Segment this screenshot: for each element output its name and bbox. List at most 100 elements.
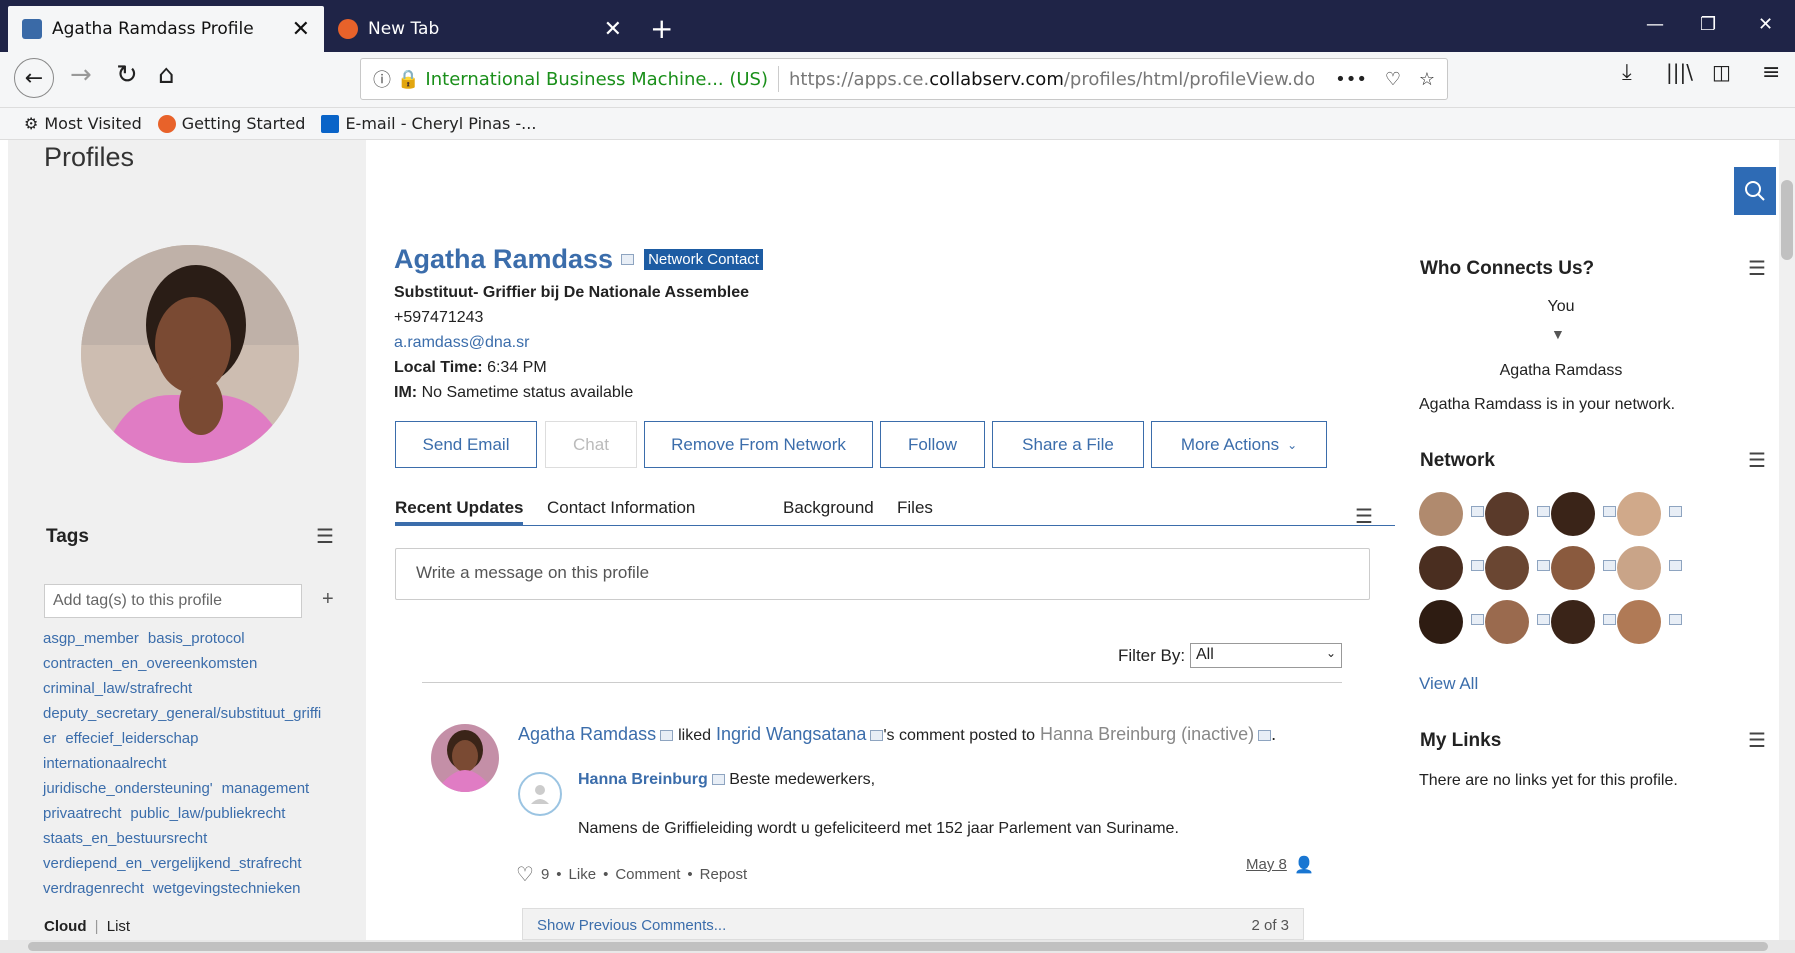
share-file-button[interactable]: Share a File (992, 421, 1144, 468)
remove-from-network-button[interactable]: Remove From Network (644, 421, 873, 468)
tag-link[interactable]: wetgevingstechnieken (153, 880, 301, 897)
home-icon[interactable]: ⌂ (158, 60, 175, 90)
avatar[interactable] (1617, 600, 1661, 644)
add-tag-input[interactable]: Add tag(s) to this profile (44, 584, 302, 618)
comment-link[interactable]: Comment (615, 866, 680, 883)
target-link[interactable]: Ingrid Wangsatana (716, 724, 866, 744)
bookmark-email[interactable]: E-mail - Cheryl Pinas -... (321, 114, 536, 133)
update-date[interactable]: May 8 (1246, 856, 1287, 873)
tabs-menu-icon[interactable]: ☰ (1355, 504, 1373, 529)
tag-link[interactable]: basis_protocol (148, 630, 245, 647)
more-actions-button[interactable]: More Actions ⌄ (1151, 421, 1327, 468)
tag-link[interactable]: staats_en_bestuursrecht (43, 830, 207, 847)
tag-link[interactable]: criminal_law/strafrecht (43, 680, 192, 697)
cloud-view-link[interactable]: Cloud (44, 918, 87, 935)
minimize-icon[interactable]: — (1646, 14, 1664, 35)
tag-link[interactable]: er (43, 730, 56, 747)
forward-icon[interactable]: → (70, 60, 92, 90)
heart-icon[interactable]: ♡ (516, 862, 534, 887)
search-button[interactable] (1734, 167, 1776, 215)
vcard-icon[interactable] (1471, 614, 1484, 625)
vcard-icon[interactable] (711, 774, 725, 786)
browser-tab-new[interactable]: New Tab ✕ (324, 6, 636, 52)
site-identity[interactable]: International Business Machine... (US) (425, 69, 768, 90)
window-close-icon[interactable]: ✕ (1758, 14, 1773, 35)
message-input[interactable]: Write a message on this profile (395, 548, 1370, 600)
avatar[interactable] (1617, 492, 1661, 536)
menu-icon[interactable]: ≡ (1762, 60, 1780, 85)
tab-contact-information[interactable]: Contact Information (547, 498, 695, 518)
vcard-icon[interactable] (1669, 560, 1682, 571)
url-bar[interactable]: ⓘ 🔒 International Business Machine... (U… (360, 58, 1448, 100)
vcard-icon[interactable] (1537, 506, 1550, 517)
avatar[interactable] (1551, 546, 1595, 590)
email-link[interactable]: a.ramdass@dna.sr (394, 334, 529, 352)
avatar[interactable] (431, 724, 499, 792)
vcard-icon[interactable] (1258, 729, 1272, 741)
new-tab-icon[interactable]: + (650, 12, 673, 45)
vcard-icon[interactable] (1471, 560, 1484, 571)
avatar[interactable] (1419, 546, 1463, 590)
vertical-scrollbar[interactable] (1779, 140, 1795, 940)
avatar[interactable] (1419, 600, 1463, 644)
tag-link[interactable]: verdiepend_en_vergelijkend_strafrecht (43, 855, 302, 872)
tag-link[interactable]: effecief_leiderschap (65, 730, 198, 747)
vcard-icon[interactable] (1537, 560, 1550, 571)
vcard-icon[interactable] (660, 729, 674, 741)
vcard-icon[interactable] (1603, 614, 1616, 625)
network-menu-icon[interactable]: ☰ (1748, 448, 1766, 473)
like-link[interactable]: Like (569, 866, 597, 883)
vcard-icon[interactable] (1471, 506, 1484, 517)
tag-link[interactable]: deputy_secretary_general/substituut_grif… (43, 705, 321, 722)
vcard-icon[interactable] (621, 254, 635, 265)
avatar[interactable] (1551, 600, 1595, 644)
chat-button[interactable]: Chat (545, 421, 637, 468)
tab-recent-updates[interactable]: Recent Updates (395, 498, 524, 525)
filter-select[interactable]: All ⌄ (1190, 643, 1342, 668)
show-previous-comments-link[interactable]: Show Previous Comments... (537, 917, 726, 934)
tag-link[interactable]: verdragenrecht (43, 880, 144, 897)
profile-name[interactable]: Agatha Ramdass (394, 244, 613, 275)
page-actions-icon[interactable]: ••• (1335, 69, 1367, 90)
horizontal-scrollbar[interactable] (0, 940, 1795, 953)
vcard-icon[interactable] (1603, 506, 1616, 517)
tag-link[interactable]: privaatrecht (43, 805, 121, 822)
vcard-icon[interactable] (1669, 506, 1682, 517)
avatar[interactable] (1485, 600, 1529, 644)
vcard-icon[interactable] (1603, 560, 1616, 571)
scrollbar-thumb[interactable] (1781, 180, 1793, 260)
reload-icon[interactable]: ↻ (116, 60, 138, 90)
links-menu-icon[interactable]: ☰ (1748, 728, 1766, 753)
place-link[interactable]: Hanna Breinburg (inactive) (1040, 724, 1254, 744)
pocket-icon[interactable]: ♡ (1385, 69, 1401, 90)
bookmark-getting-started[interactable]: Getting Started (157, 114, 305, 133)
who-connects-menu-icon[interactable]: ☰ (1748, 256, 1766, 281)
add-tag-icon[interactable]: + (322, 588, 334, 611)
view-all-link[interactable]: View All (1419, 674, 1478, 694)
repost-link[interactable]: Repost (700, 866, 748, 883)
tag-link[interactable]: juridische_ondersteuning' (43, 780, 213, 797)
scrollbar-thumb[interactable] (28, 942, 1768, 951)
download-icon[interactable]: ⤓ (1622, 60, 1632, 85)
tag-link[interactable]: public_law/publiekrecht (130, 805, 285, 822)
tags-menu-icon[interactable]: ☰ (316, 524, 334, 549)
close-tab-icon[interactable]: ✕ (292, 17, 310, 42)
close-tab-icon[interactable]: ✕ (604, 17, 622, 42)
tab-files[interactable]: Files (897, 498, 933, 518)
actor-link[interactable]: Agatha Ramdass (518, 724, 656, 744)
avatar[interactable] (1485, 546, 1529, 590)
tab-background[interactable]: Background (783, 498, 874, 518)
library-icon[interactable]: |||\ (1666, 60, 1693, 84)
follow-button[interactable]: Follow (880, 421, 985, 468)
restore-icon[interactable]: ❐ (1700, 14, 1716, 35)
tag-link[interactable]: internationaalrecht (43, 755, 166, 772)
vcard-icon[interactable] (1537, 614, 1550, 625)
vcard-icon[interactable] (870, 729, 884, 741)
tag-link[interactable]: contracten_en_overeenkomsten (43, 655, 257, 672)
avatar[interactable] (1617, 546, 1661, 590)
back-icon[interactable]: ← (14, 58, 54, 98)
sidebar-icon[interactable]: ◫ (1712, 60, 1731, 84)
comment-author-link[interactable]: Hanna Breinburg (578, 771, 708, 788)
list-view-link[interactable]: List (107, 918, 130, 935)
bookmark-most-visited[interactable]: ⚙ Most Visited (24, 114, 142, 133)
